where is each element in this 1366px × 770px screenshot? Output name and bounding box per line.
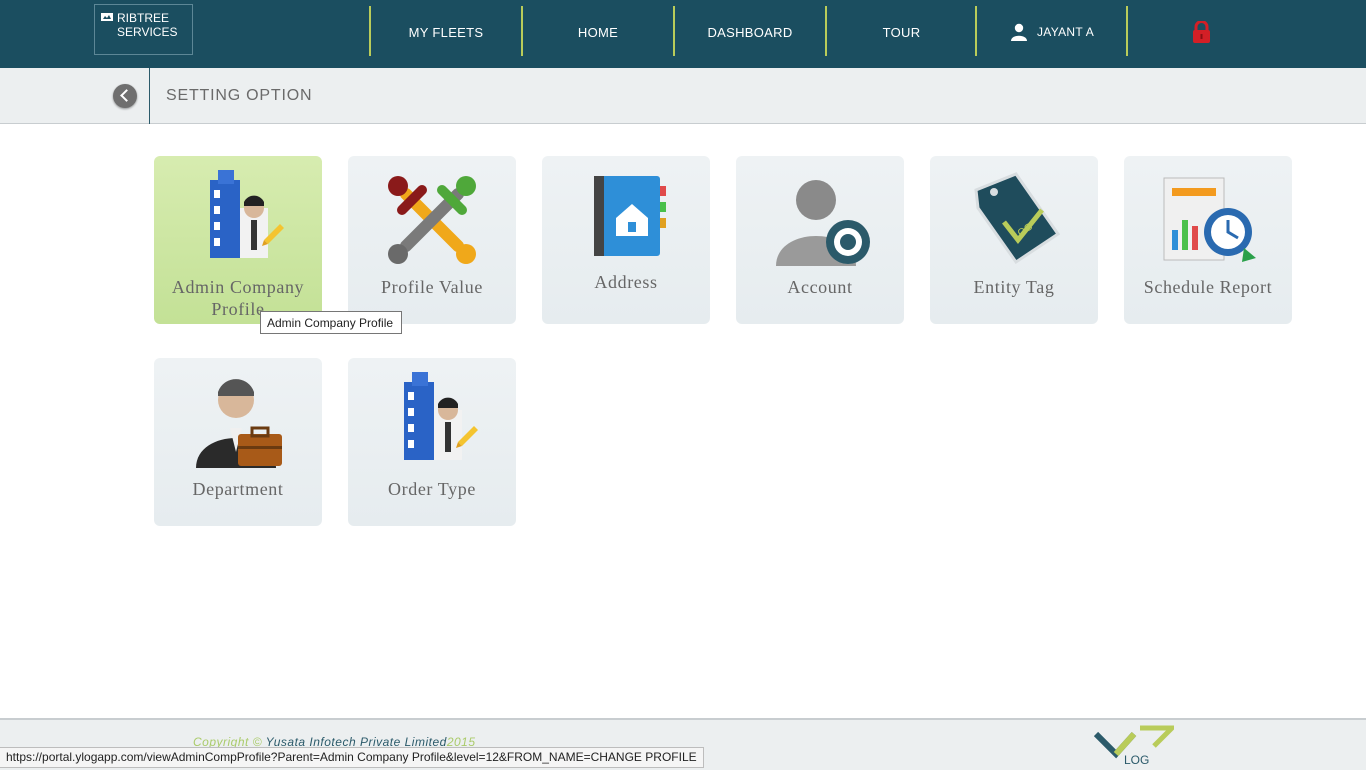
department-icon [196, 379, 282, 468]
brand-logo[interactable]: RIBTREE SERVICES [94, 4, 193, 55]
tile-account[interactable]: Account [736, 156, 904, 324]
back-arrow-icon[interactable] [113, 84, 137, 108]
tile-label: Profile Value [381, 277, 483, 297]
tile-label: Order Type [388, 479, 476, 499]
logout-lock-icon[interactable] [1192, 21, 1211, 43]
schedule-report-icon [1163, 177, 1256, 262]
nav-my-fleets-label: MY FLEETS [408, 25, 484, 40]
address-book-icon [594, 176, 666, 256]
user-name: JAYANT A [1037, 25, 1095, 39]
sub-header-divider [149, 68, 150, 124]
tile-label: Address [594, 272, 658, 292]
tile-profile-value[interactable]: Profile Value [348, 156, 516, 324]
nav-home-label: HOME [577, 25, 619, 40]
page-title: SETTING OPTION [166, 87, 313, 104]
svg-text:LOG: LOG [1124, 753, 1149, 767]
nav-home[interactable]: HOME [521, 6, 673, 56]
order-type-icon [404, 372, 478, 460]
tile-address[interactable]: Address [542, 156, 710, 324]
nav-user[interactable]: JAYANT A [975, 6, 1128, 56]
truck-icon [101, 13, 113, 21]
tile-department[interactable]: Department [154, 358, 322, 526]
tile-label: Schedule Report [1143, 277, 1273, 297]
nav-my-fleets[interactable]: MY FLEETS [369, 6, 521, 56]
tile-admin-company-profile[interactable]: Admin Company Profile [154, 156, 322, 324]
tile-schedule-report[interactable]: Schedule Report [1124, 156, 1292, 324]
tile-label: Department [192, 479, 284, 499]
browser-status-url: https://portal.ylogapp.com/viewAdminComp… [0, 747, 704, 768]
tile-entity-tag[interactable]: LOG Entity Tag [930, 156, 1098, 324]
nav-tour[interactable]: TOUR [825, 6, 976, 56]
user-icon [1011, 23, 1027, 41]
nav-dashboard[interactable]: DASHBOARD [673, 6, 825, 56]
profile-value-icon [388, 176, 476, 264]
brand-name: RIBTREE SERVICES [117, 11, 178, 39]
admin-company-profile-icon [210, 170, 284, 258]
tooltip: Admin Company Profile [260, 311, 402, 334]
nav-tour-label: TOUR [882, 25, 921, 40]
tile-label: Entity Tag [973, 277, 1055, 297]
nav-dashboard-label: DASHBOARD [707, 25, 793, 40]
footer-logo: LOG [1094, 725, 1174, 767]
tile-order-type[interactable]: Order Type [348, 358, 516, 526]
tile-label: Account [787, 277, 853, 297]
entity-tag-icon: LOG [974, 172, 1061, 265]
account-icon [776, 180, 870, 266]
top-navigation-bar: RIBTREE SERVICES MY FLEETS HOME DASHBOARD… [0, 0, 1366, 69]
